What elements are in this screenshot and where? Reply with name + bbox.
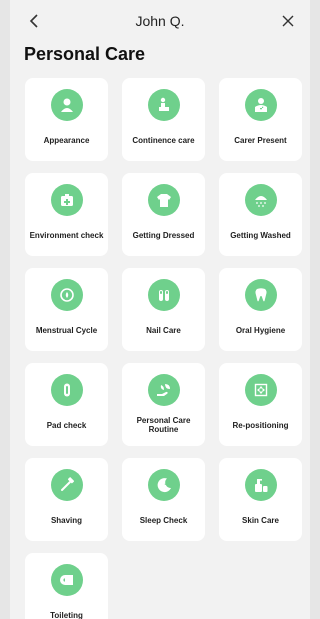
tile-toileting[interactable]: Toileting: [25, 553, 108, 619]
tile-skin-care[interactable]: Skin Care: [219, 458, 302, 541]
header-title: John Q.: [135, 13, 185, 29]
tile-label: Continence care: [132, 135, 195, 145]
tile-continence-care[interactable]: Continence care: [122, 78, 205, 161]
tile-re-positioning[interactable]: Re-positioning: [219, 363, 302, 446]
moon-icon: z: [147, 469, 180, 501]
header: John Q.: [10, 0, 310, 40]
svg-text:z: z: [164, 481, 166, 486]
tile-label: Environment check: [29, 230, 104, 240]
pad-icon: [50, 374, 83, 406]
reposition-icon: [244, 374, 277, 406]
tile-label: Carer Present: [234, 135, 287, 145]
care-grid: Appearance Continence care Carer Present…: [25, 78, 302, 619]
tile-getting-washed[interactable]: Getting Washed: [219, 173, 302, 256]
toilet-person-icon: [147, 89, 180, 121]
tile-label: Nail Care: [146, 325, 181, 335]
chevron-left-icon: [29, 14, 38, 28]
cycle-icon: [50, 279, 83, 311]
tile-label: Getting Washed: [230, 230, 291, 240]
tile-menstrual-cycle[interactable]: Menstrual Cycle: [25, 268, 108, 351]
first-aid-icon: [50, 184, 83, 216]
razor-icon: [50, 469, 83, 501]
tile-appearance[interactable]: Appearance: [25, 78, 108, 161]
tile-label: Toileting: [50, 610, 83, 619]
tile-label: Getting Dressed: [132, 230, 195, 240]
tile-sleep-check[interactable]: z Sleep Check: [122, 458, 205, 541]
close-icon: [282, 15, 294, 27]
page-title: Personal Care: [24, 44, 146, 64]
tile-pad-check[interactable]: Pad check: [25, 363, 108, 446]
shirt-icon: [147, 184, 180, 216]
tooth-icon: [244, 279, 277, 311]
tile-label: Sleep Check: [139, 515, 188, 525]
shower-icon: [244, 184, 277, 216]
tile-personal-care-routine[interactable]: Personal Care Routine: [122, 363, 205, 446]
tile-label: Oral Hygiene: [235, 325, 286, 335]
tile-label: Menstrual Cycle: [35, 325, 98, 335]
person-icon: [50, 89, 83, 121]
tile-label: Skin Care: [242, 515, 279, 525]
toilet-paper-icon: [50, 564, 83, 596]
care-routine-icon: [147, 374, 180, 406]
carer-icon: [244, 89, 277, 121]
lotion-icon: [244, 469, 277, 501]
nail-icon: [147, 279, 180, 311]
tile-nail-care[interactable]: Nail Care: [122, 268, 205, 351]
tile-label: Personal Care Routine: [136, 416, 191, 434]
tile-shaving[interactable]: Shaving: [25, 458, 108, 541]
tile-label: Re-positioning: [232, 420, 289, 430]
close-button[interactable]: [276, 9, 300, 33]
tile-getting-dressed[interactable]: Getting Dressed: [122, 173, 205, 256]
tile-oral-hygiene[interactable]: Oral Hygiene: [219, 268, 302, 351]
tile-label: Appearance: [43, 135, 90, 145]
screen: John Q. Personal Care Appearance Contine…: [10, 0, 310, 619]
tile-label: Shaving: [50, 515, 83, 525]
tile-carer-present[interactable]: Carer Present: [219, 78, 302, 161]
tile-environment-check[interactable]: Environment check: [25, 173, 108, 256]
back-button[interactable]: [22, 9, 46, 33]
tile-label: Pad check: [46, 420, 87, 430]
